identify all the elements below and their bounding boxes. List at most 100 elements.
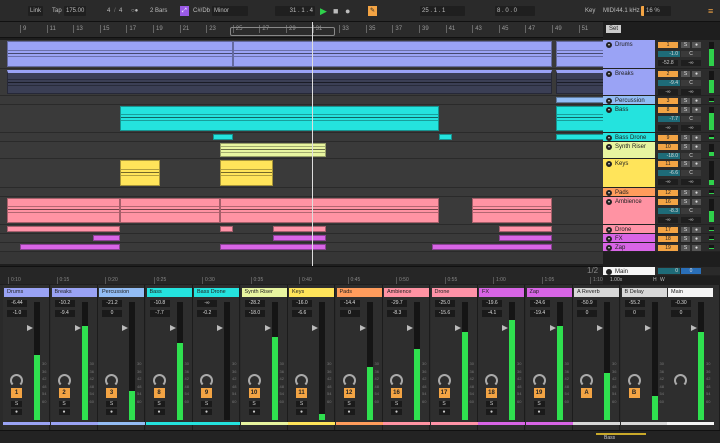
pan-knob[interactable]	[533, 374, 546, 387]
link-button[interactable]: Link	[28, 6, 43, 16]
solo-button[interactable]: S	[106, 401, 117, 407]
arm-icon[interactable]: ●	[534, 409, 545, 415]
clip[interactable]	[220, 160, 273, 186]
clip[interactable]	[20, 244, 120, 250]
solo-button[interactable]: S	[534, 401, 545, 407]
pan-knob[interactable]	[628, 374, 641, 387]
track-lane[interactable]	[0, 197, 603, 225]
pan-knob[interactable]	[295, 374, 308, 387]
volume-field[interactable]: -7.7	[150, 310, 170, 317]
play-icon[interactable]: ▶	[318, 6, 329, 16]
fold-icon[interactable]: ▾	[606, 135, 612, 141]
volume-field[interactable]: -18.0	[245, 310, 265, 317]
channel-name[interactable]: Drone	[432, 288, 477, 297]
volume-field[interactable]: 0	[577, 310, 597, 317]
track-activator[interactable]: 16	[391, 388, 402, 398]
menu-icon[interactable]: ≡	[706, 6, 715, 16]
track-volume[interactable]: -9.4	[658, 80, 680, 86]
zoom-level[interactable]: 1.00x	[610, 277, 622, 283]
arm-icon[interactable]: ●	[692, 98, 701, 104]
pan-knob[interactable]	[153, 374, 166, 387]
clip[interactable]	[472, 198, 552, 223]
track-lane[interactable]	[0, 96, 603, 105]
track-pan[interactable]: C	[681, 170, 701, 176]
selected-track[interactable]: Bass	[596, 433, 646, 441]
fold-icon[interactable]: ▾	[606, 199, 612, 205]
solo-button[interactable]: S	[681, 227, 690, 233]
scale-mode-icon[interactable]: ⤢	[180, 6, 189, 16]
clip[interactable]	[273, 235, 326, 241]
peak-level[interactable]: -6.44	[7, 300, 27, 307]
track-header[interactable]: ▾Breaks2S●-9.4C-∞-∞	[603, 69, 720, 96]
channel-name[interactable]: Bass Drone	[194, 288, 239, 297]
track-name[interactable]: Main	[603, 267, 655, 275]
track-activator[interactable]: 1	[11, 388, 22, 398]
solo-button[interactable]: S	[681, 71, 690, 77]
arm-icon[interactable]: ●	[201, 409, 212, 415]
fader-handle[interactable]	[597, 325, 603, 331]
volume-field[interactable]: 0	[102, 310, 122, 317]
track-activator[interactable]: 19	[658, 245, 678, 251]
pan-knob[interactable]	[58, 374, 71, 387]
fader-handle[interactable]	[75, 325, 81, 331]
track-send[interactable]: -∞	[658, 89, 678, 95]
clip[interactable]	[439, 134, 452, 140]
track-name[interactable]: ▾Drums	[603, 40, 655, 68]
channel-name[interactable]: Bass	[147, 288, 192, 297]
track-header[interactable]: ▾Bass8S●-7.7C-∞-∞	[603, 105, 720, 133]
track-lane[interactable]	[0, 40, 603, 69]
arm-icon[interactable]: ●	[296, 409, 307, 415]
track-lane[interactable]	[0, 188, 603, 197]
track-header[interactable]: ▾Synth Riser10S●-18.0C	[603, 142, 720, 159]
track-header[interactable]: ▾Bass Drone9S●	[603, 133, 720, 142]
track-header[interactable]: ▾Percussion3S●	[603, 96, 720, 105]
peak-level[interactable]: -0.30	[671, 300, 691, 307]
solo-button[interactable]: S	[439, 401, 450, 407]
clip[interactable]	[220, 244, 326, 250]
channel-name[interactable]: Breaks	[52, 288, 97, 297]
track-volume[interactable]: -8.3	[658, 208, 680, 214]
track-activator[interactable]: 17	[658, 227, 678, 233]
track-lane[interactable]	[0, 69, 603, 96]
pan-knob[interactable]	[674, 374, 687, 387]
record-icon[interactable]: ●	[343, 6, 352, 16]
solo-button[interactable]: S	[681, 161, 690, 167]
clip[interactable]	[93, 235, 120, 241]
track-lane[interactable]	[0, 133, 603, 142]
track-send[interactable]: -52.8	[658, 60, 678, 66]
track-activator[interactable]: 1	[658, 42, 678, 48]
solo-button[interactable]: S	[681, 245, 690, 251]
track-volume[interactable]: -7.7	[658, 116, 680, 122]
volume-field[interactable]: -19.4	[530, 310, 550, 317]
w-button[interactable]: W	[660, 277, 665, 283]
scale-select[interactable]: Minor	[212, 6, 248, 16]
track-send[interactable]: -∞	[681, 179, 701, 185]
fader-handle[interactable]	[360, 325, 366, 331]
pan-knob[interactable]	[438, 374, 451, 387]
track-send[interactable]: -∞	[681, 89, 701, 95]
channel-name[interactable]: Pads	[337, 288, 382, 297]
track-send[interactable]: -∞	[658, 125, 678, 131]
solo-button[interactable]: S	[249, 401, 260, 407]
clip[interactable]	[7, 70, 552, 94]
track-header[interactable]: ▾FX18S●	[603, 234, 720, 243]
track-name[interactable]: ▾Bass Drone	[603, 133, 655, 141]
track-activator[interactable]: 9	[658, 135, 678, 141]
track-activator[interactable]: 12	[344, 388, 355, 398]
fold-icon[interactable]: ▾	[606, 161, 612, 167]
fader-handle[interactable]	[217, 325, 223, 331]
volume-field[interactable]: -15.6	[435, 310, 455, 317]
channel-name[interactable]: A Reverb	[574, 288, 619, 297]
track-name[interactable]: ▾Breaks	[603, 69, 655, 95]
solo-button[interactable]: S	[296, 401, 307, 407]
track-header[interactable]: ▾Drone17S●	[603, 225, 720, 234]
fader-handle[interactable]	[170, 325, 176, 331]
solo-button[interactable]: S	[681, 236, 690, 242]
peak-level[interactable]: -50.9	[577, 300, 597, 307]
channel-name[interactable]: FX	[479, 288, 524, 297]
track-send[interactable]: -∞	[658, 217, 678, 223]
track-lane[interactable]	[0, 234, 603, 243]
track-lane[interactable]	[0, 225, 603, 234]
track-name[interactable]: ▾Percussion	[603, 96, 655, 104]
clip[interactable]	[220, 226, 233, 232]
